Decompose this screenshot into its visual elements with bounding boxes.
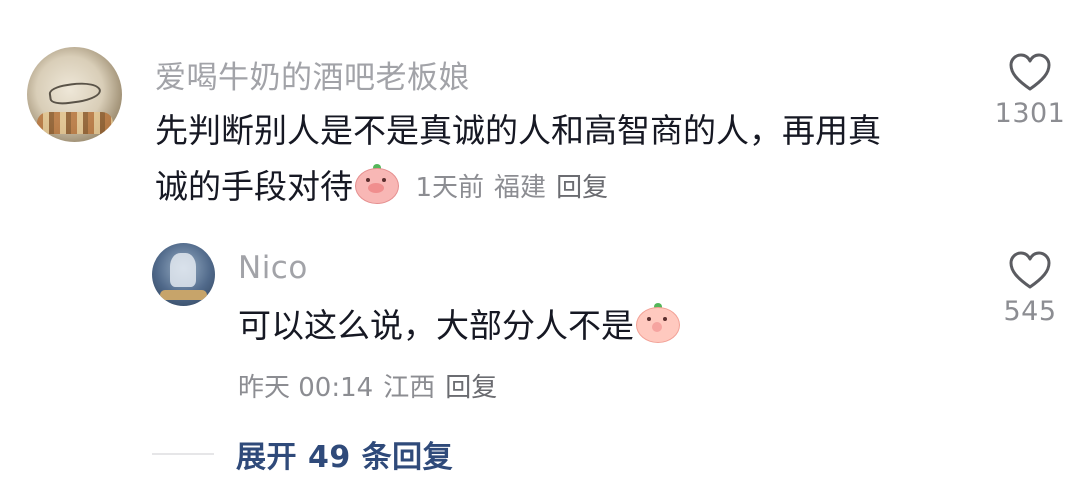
reply-text: 可以这么说，大部分人不是 — [238, 306, 634, 345]
comment-text-line-2: 诚的手段对待 — [155, 167, 353, 206]
like-count: 545 — [1003, 296, 1057, 327]
avatar-figure — [170, 253, 196, 287]
reply-button[interactable]: 回复 — [556, 173, 608, 203]
like-button[interactable]: 1301 — [990, 52, 1070, 129]
heart-icon — [1009, 251, 1051, 289]
like-count: 1301 — [994, 98, 1066, 129]
avatar[interactable] — [152, 243, 215, 306]
reply-button[interactable]: 回复 — [445, 373, 497, 403]
reply-text-wrap: 可以这么说，大部分人不是 — [238, 298, 680, 354]
comment-time: 1天前 — [415, 173, 485, 203]
reply-time: 昨天 00:14 — [238, 373, 374, 403]
heart-icon — [1009, 53, 1051, 91]
avatar-base — [160, 290, 207, 300]
pig-face-emoji-icon — [355, 164, 399, 204]
expand-replies-row[interactable]: 展开 49 条回复 — [152, 432, 453, 476]
comment-location: 福建 — [494, 173, 547, 203]
reply-meta: 昨天 00:14 江西 回复 — [238, 367, 507, 404]
comment-text-line-1: 先判断别人是不是真诚的人和高智商的人，再用真 — [155, 111, 881, 150]
avatar-texture — [37, 112, 113, 134]
comment-text-line-2-wrap: 诚的手段对待 1天前 福建 回复 — [155, 159, 618, 216]
reply-location: 江西 — [383, 373, 436, 403]
comment-username[interactable]: 爱喝牛奶的酒吧老板娘 — [155, 52, 470, 97]
avatar[interactable] — [27, 47, 122, 142]
comment-meta: 1天前 福建 回复 — [416, 173, 619, 203]
reply-username[interactable]: Nico — [238, 250, 308, 286]
divider — [152, 453, 214, 455]
avatar-drawing — [47, 79, 103, 107]
like-button[interactable]: 545 — [990, 250, 1070, 327]
peach-face-emoji-icon — [636, 303, 680, 343]
expand-replies-button[interactable]: 展开 49 条回复 — [236, 432, 453, 476]
